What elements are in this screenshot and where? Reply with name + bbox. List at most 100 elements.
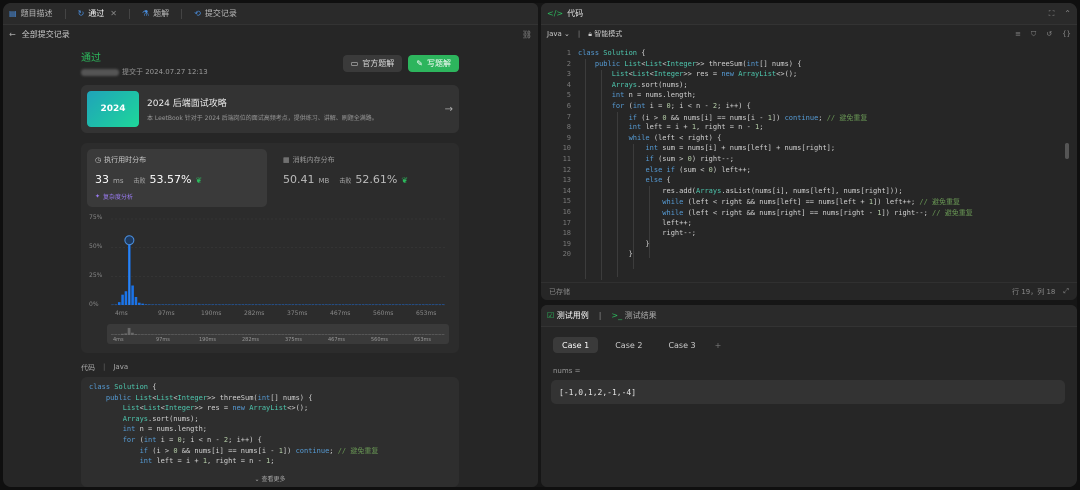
range-bar — [358, 334, 361, 335]
editor-line[interactable]: res.add(Arrays.asList(nums[i], nums[left… — [578, 187, 902, 195]
brackets-icon[interactable]: {} — [1062, 30, 1071, 39]
editor-line[interactable]: while (left < right && nums[left] == num… — [578, 197, 960, 207]
add-case-button[interactable]: + — [713, 337, 724, 353]
line-number: 10 — [562, 144, 571, 153]
arrow-left-icon[interactable]: ← — [9, 30, 16, 39]
editor-scrollbar[interactable] — [1065, 143, 1069, 159]
distribution-bar[interactable] — [144, 304, 148, 305]
promo-card[interactable]: 2024 2024 后端面试攻略 本 LeetBook 针对于 2024 后端岗… — [81, 85, 459, 133]
smart-mode-toggle[interactable]: 🔒︎ 智能模式 — [588, 29, 622, 39]
range-bar — [247, 334, 251, 335]
editor-line[interactable]: left++; — [578, 219, 692, 227]
editor-line[interactable]: for (int i = 0; i < n - 2; i++) { — [578, 102, 751, 110]
range-bar — [204, 334, 208, 335]
editor-line[interactable]: int n = nums.length; — [578, 91, 696, 99]
distribution-bar[interactable] — [131, 285, 134, 305]
editor-line[interactable]: else { — [578, 176, 670, 184]
distribution-bar[interactable] — [141, 303, 144, 305]
range-bar — [224, 334, 228, 335]
tab-separator — [181, 8, 183, 19]
input-label: nums = — [553, 367, 581, 375]
write-solution-button[interactable]: ✎ 写题解 — [408, 55, 459, 72]
code-line: int n = nums.length; — [122, 425, 208, 433]
distribution-bar[interactable] — [124, 291, 128, 305]
case-1-tab[interactable]: Case 1 — [553, 337, 599, 353]
distribution-bar[interactable] — [121, 294, 124, 305]
line-number: 3 — [566, 70, 571, 79]
language-select[interactable]: Java ⌄ — [547, 30, 570, 38]
distribution-bar[interactable] — [138, 302, 141, 305]
format-icon[interactable]: ≡ — [1015, 30, 1021, 39]
range-bar — [294, 334, 298, 335]
editor-line[interactable]: int left = i + 1, right = n - 1; — [578, 123, 764, 131]
tab-solutions[interactable]: ⚗ 题解 — [142, 3, 169, 25]
editor-line[interactable]: } — [578, 240, 649, 248]
editor-line[interactable]: right--; — [578, 229, 696, 237]
line-number: 9 — [566, 133, 571, 142]
chevron-down-icon: ⌄ — [564, 30, 570, 38]
range-bar — [274, 334, 278, 335]
link-icon[interactable]: ⛓ — [522, 30, 532, 39]
editor-area[interactable]: 1 2 3 4 5 6 7 8 9 10 11 12 13 14 15 16 17 18 19 20 class So… — [541, 45, 1071, 281]
editor-line[interactable]: } — [578, 250, 633, 258]
back-link[interactable]: 全部提交记录 — [22, 29, 70, 40]
range-tick-label: 653ms — [414, 337, 432, 343]
range-bar — [161, 334, 164, 335]
edit-icon: ✎ — [416, 59, 423, 68]
reset-icon[interactable]: ↺ — [1046, 30, 1052, 39]
range-bar — [227, 334, 231, 335]
indent-guide — [633, 144, 634, 269]
history-icon: ↻ — [77, 9, 85, 18]
range-bar — [314, 334, 318, 335]
x-tick-label: 4ms — [115, 310, 128, 317]
view-more-link[interactable]: ⌄ 查看更多 — [81, 474, 459, 483]
range-slider[interactable]: 4ms 97ms 190ms 282ms 375ms 467ms 560ms 653ms — [107, 324, 449, 344]
editor-line[interactable]: class Solution { — [578, 49, 645, 57]
tab-testcases[interactable]: ☑ 测试用例 — [547, 310, 589, 321]
code-editor-panel: </> 代码 ⛶ ⌃ Java ⌄ | 🔒︎ 智能模式 ≡ ⛉ ↺ {} 123… — [541, 3, 1077, 300]
range-bar — [147, 334, 151, 335]
distribution-bar[interactable] — [117, 302, 121, 305]
range-bar — [288, 334, 291, 335]
collapse-icon[interactable]: ⌃ — [1064, 9, 1071, 19]
tab-test-result[interactable]: >_ 测试结果 — [611, 310, 656, 321]
submission-detail: 通过 提交于 2024.07.27 12:13 ▭ 官方题解 ✎ 写题解 202… — [81, 49, 459, 487]
line-number: 11 — [562, 155, 571, 163]
case-3-tab[interactable]: Case 3 — [659, 337, 704, 353]
editor-line[interactable]: Arrays.sort(nums); — [578, 81, 688, 89]
status-text: 通过 — [81, 53, 101, 64]
close-tab-icon[interactable]: ✕ — [110, 9, 117, 18]
distribution-bar[interactable] — [134, 296, 138, 305]
editor-line[interactable]: if (i > 0 && nums[i] == nums[i - 1]) con… — [578, 113, 868, 123]
runtime-distribution-chart[interactable] — [81, 143, 459, 313]
arrow-right-icon[interactable]: → — [445, 104, 453, 115]
range-bar — [151, 334, 154, 335]
line-number: 18 — [562, 229, 571, 238]
line-number: 15 — [562, 197, 571, 206]
range-bar — [328, 334, 331, 335]
promo-image: 2024 — [87, 91, 139, 127]
editor-line[interactable]: while (left < right && nums[right] == nu… — [578, 208, 972, 218]
range-bar — [167, 334, 171, 335]
editor-line[interactable]: public List<List<Integer>> threeSum(int[… — [578, 60, 802, 68]
expand-icon[interactable]: ⤢ — [1063, 287, 1069, 296]
range-tick-label: 560ms — [371, 337, 389, 343]
tab-submissions[interactable]: ⟲ 提交记录 — [194, 3, 237, 25]
range-bar — [421, 334, 425, 335]
tab-description[interactable]: ▤ 题目描述 — [9, 3, 53, 25]
distribution-bar[interactable] — [148, 304, 151, 305]
input-value[interactable]: [-1,0,1,2,-1,-4] — [551, 380, 1065, 404]
editor-line[interactable]: List<List<Integer>> res = new ArrayList<… — [578, 70, 798, 78]
case-2-tab[interactable]: Case 2 — [606, 337, 651, 353]
maximize-icon[interactable]: ⛶ — [1049, 9, 1055, 19]
editor-line[interactable]: while (left < right) { — [578, 134, 722, 142]
official-solution-button[interactable]: ▭ 官方题解 — [342, 55, 403, 72]
back-bar: ← 全部提交记录 ⛓ — [3, 25, 538, 43]
editor-line[interactable]: else if (sum < 0) left++; — [578, 166, 750, 174]
range-bar — [324, 334, 328, 335]
bookmark-icon[interactable]: ⛉ — [1031, 30, 1036, 39]
left-panel: ▤ 题目描述 ↻ 通过 ✕ ⚗ 题解 ⟲ 提交记录 ← 全部提交记录 ⛓ 通过 … — [3, 3, 538, 487]
range-bar — [131, 332, 134, 335]
user-marker-avatar[interactable] — [124, 235, 135, 246]
tab-accepted[interactable]: ↻ 通过 ✕ — [78, 3, 117, 25]
